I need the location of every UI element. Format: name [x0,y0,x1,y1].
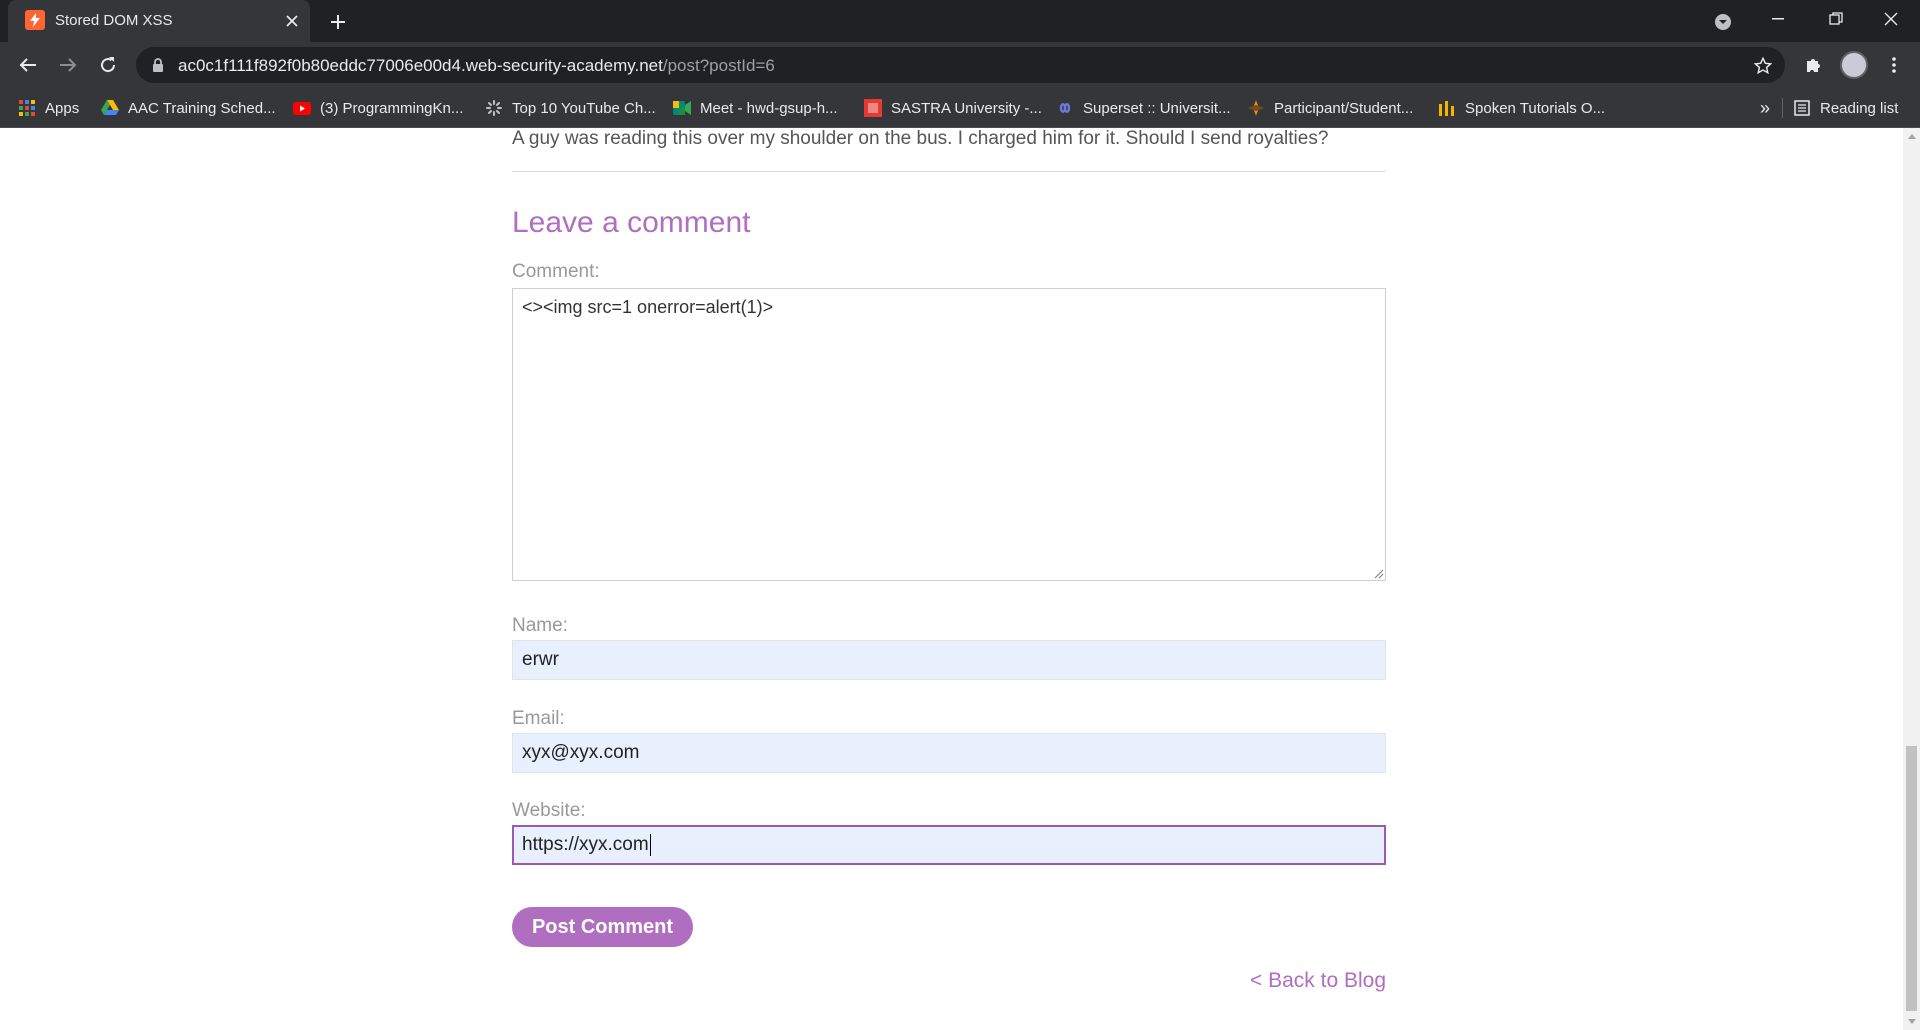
comment-label: Comment: [512,261,600,282]
browser-chrome: Stored DOM XSS ac0c1f111f892f0b80eddc770… [0,0,1920,128]
text-caret [649,834,651,856]
superset-icon [1056,99,1074,117]
tab-strip: Stored DOM XSS [0,0,1920,42]
scrollbar-thumb[interactable] [1906,746,1917,1011]
address-bar[interactable]: ac0c1f111f892f0b80eddc77006e00d4.web-sec… [136,47,1785,83]
participant-icon [1247,99,1265,117]
name-label: Name: [512,615,568,636]
profile-avatar[interactable] [1838,49,1870,81]
email-label: Email: [512,708,565,729]
youtube-icon [293,99,311,117]
bookmarks-overflow-button[interactable]: » [1753,96,1777,120]
bookmark-meet[interactable]: Meet - hwd-gsup-h... [673,96,838,120]
bookmark-superset[interactable]: Superset :: Universit... [1056,96,1231,120]
bookmarks-separator [1782,98,1783,118]
bookmark-aac-training[interactable]: AAC Training Sched... [101,96,276,120]
tab-title: Stored DOM XSS [55,12,173,29]
scroll-up-arrow-icon[interactable] [1903,128,1920,145]
post-comment-button[interactable]: Post Comment [512,907,693,947]
browser-toolbar: ac0c1f111f892f0b80eddc77006e00d4.web-sec… [0,42,1920,88]
browser-menu-icon[interactable] [1878,49,1910,81]
website-input[interactable]: https://xyx.com [512,825,1386,865]
loading-spinner-icon [485,99,503,117]
page-viewport: A guy was reading this over my shoulder … [0,128,1920,1030]
reload-icon[interactable] [92,49,124,81]
email-input[interactable]: xyx@xyx.com [512,733,1386,773]
minimize-window-icon[interactable] [1749,0,1807,38]
google-drive-icon [101,99,119,117]
website-input-value: https://xyx.com [522,834,649,855]
tab-search-icon[interactable] [1709,8,1737,36]
spoken-tutorials-icon [1438,99,1456,117]
browser-tab[interactable]: Stored DOM XSS [8,0,310,42]
leave-comment-heading: Leave a comment [512,206,751,239]
bookmark-sastra[interactable]: SASTRA University -... [864,96,1042,120]
page-scrollbar[interactable] [1903,128,1920,1030]
email-input-value: xyx@xyx.com [522,742,640,763]
name-input[interactable]: erwr [512,640,1386,680]
url-path: /post?postId=6 [662,56,775,75]
previous-comment-text: A guy was reading this over my shoulder … [512,128,1329,149]
restore-window-icon[interactable] [1807,0,1865,38]
close-window-icon[interactable] [1862,0,1920,38]
url-text[interactable]: ac0c1f111f892f0b80eddc77006e00d4.web-sec… [178,56,775,76]
reading-list-icon [1793,99,1811,117]
bookmark-programmingknowledge[interactable]: (3) ProgrammingKn... [293,96,463,120]
reading-list-button[interactable]: Reading list [1793,96,1898,120]
avatar-image [1840,51,1868,79]
close-tab-icon[interactable] [280,9,304,33]
bookmark-top10-youtube[interactable]: Top 10 YouTube Ch... [485,96,656,120]
textarea-resize-grip-icon[interactable] [1374,569,1384,579]
comment-divider [512,171,1386,172]
bookmark-participant[interactable]: Participant/Student... [1247,96,1413,120]
apps-grid-icon [18,99,36,117]
sastra-icon [864,99,882,117]
new-tab-plus-icon[interactable] [324,8,352,36]
name-input-value: erwr [522,649,559,670]
bookmark-apps[interactable]: Apps [18,96,79,120]
scroll-down-arrow-icon[interactable] [1903,1013,1920,1030]
lock-icon[interactable] [150,57,166,73]
website-label: Website: [512,800,586,821]
bookmarks-bar: Apps AAC Training Sched... (3) Programmi… [0,88,1920,128]
extensions-puzzle-icon[interactable] [1797,49,1829,81]
bookmark-spoken-tutorials[interactable]: Spoken Tutorials O... [1438,96,1605,120]
url-host: ac0c1f111f892f0b80eddc77006e00d4.web-sec… [178,56,663,75]
comment-textarea[interactable]: <><img src=1 onerror=alert(1)> [512,288,1386,581]
portswigger-favicon-icon [25,10,45,30]
forward-arrow-icon[interactable] [52,49,84,81]
back-arrow-icon[interactable] [12,49,44,81]
back-to-blog-link[interactable]: < Back to Blog [1250,969,1386,993]
google-meet-icon [673,99,691,117]
bookmark-star-icon[interactable] [1751,54,1775,78]
